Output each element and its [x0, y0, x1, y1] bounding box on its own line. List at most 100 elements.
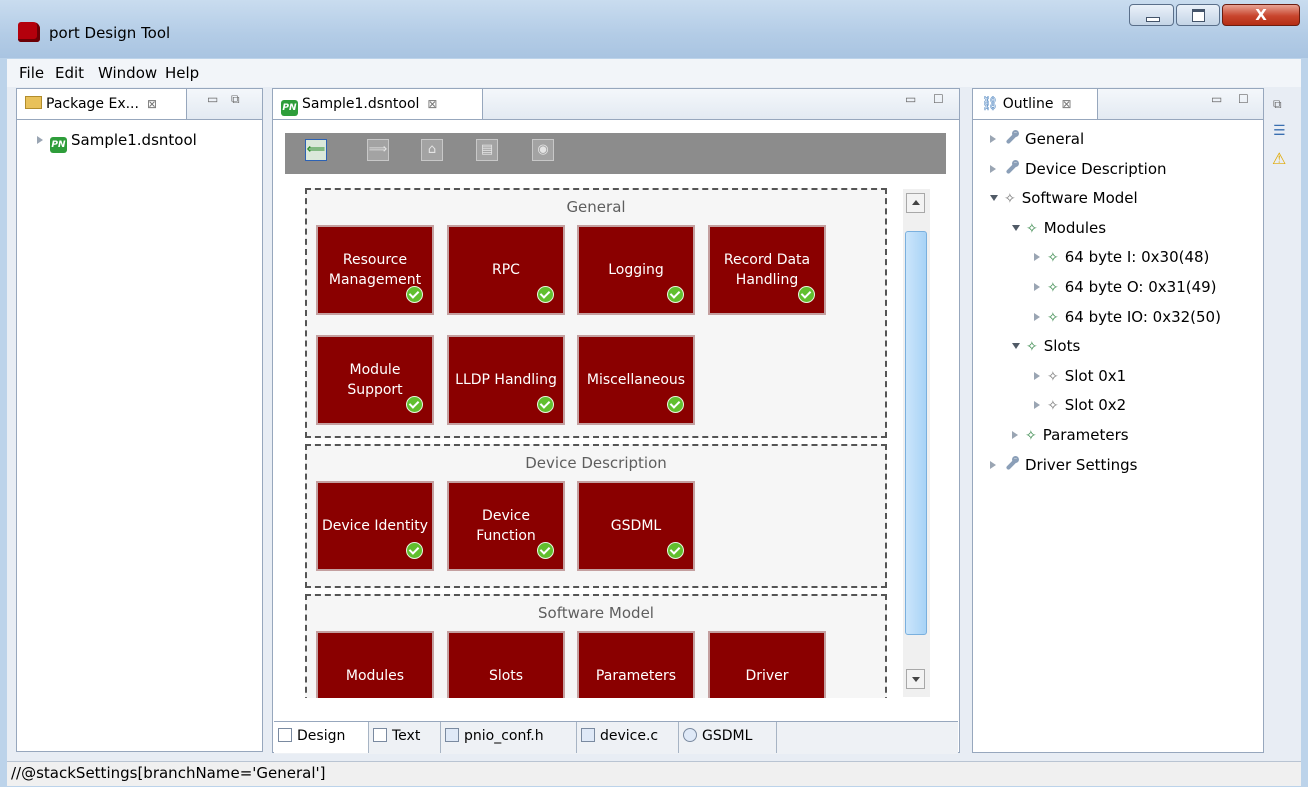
minimize-view-icon[interactable]: ▭	[207, 92, 218, 106]
menu-help[interactable]: Help	[165, 64, 199, 82]
tab-gsdml-label: GSDML	[702, 728, 753, 744]
outline-item[interactable]: ✧ Modules	[1012, 219, 1106, 237]
expand-arrow-icon[interactable]	[1034, 312, 1040, 321]
check-icon	[667, 286, 684, 303]
tile-gsdml[interactable]: GSDML	[577, 481, 695, 571]
close-button[interactable]: X	[1222, 4, 1300, 26]
pn-project-icon: PN	[50, 137, 67, 153]
title-bar	[0, 0, 1308, 58]
outline-item[interactable]: ✧ Parameters	[1012, 426, 1129, 444]
outline-icon: ⛓	[981, 96, 999, 112]
tab-package-explorer-label: Package Ex...	[46, 96, 139, 112]
tab-sample1-editor[interactable]: PN Sample1.dsntool ⊠	[273, 89, 483, 119]
collapse-arrow-icon[interactable]	[1012, 224, 1020, 231]
check-icon	[667, 542, 684, 559]
expand-arrow-icon[interactable]	[990, 460, 996, 469]
expand-arrow-icon[interactable]	[1034, 401, 1040, 410]
tile-slots[interactable]: Slots	[447, 631, 565, 698]
forward-button[interactable]: ⟹	[367, 139, 389, 161]
expand-arrow-icon[interactable]	[990, 164, 996, 173]
outline-item[interactable]: Driver Settings	[990, 455, 1137, 474]
tile-module-support[interactable]: Module Support	[316, 335, 434, 425]
expand-arrow-icon[interactable]	[990, 135, 996, 143]
minimize-view-icon[interactable]: ▭	[1211, 92, 1222, 106]
tile-lldp-handling[interactable]: LLDP Handling	[447, 335, 565, 425]
expand-arrow-icon[interactable]	[1034, 283, 1040, 291]
tab-outline[interactable]: ⛓ Outline ⊠	[973, 89, 1098, 119]
outline-item[interactable]: General	[990, 130, 1084, 148]
check-icon	[537, 542, 554, 559]
tile-label: RPC	[492, 262, 520, 278]
tab-pnio-conf[interactable]: pnio_conf.h	[441, 722, 577, 753]
tile-device-function[interactable]: Device Function	[447, 481, 565, 571]
restore-view-icon[interactable]: ⧉	[231, 92, 240, 107]
tab-gsdml[interactable]: GSDML	[679, 722, 777, 753]
tile-resource-management[interactable]: Resource Management	[316, 225, 434, 315]
tile-modules[interactable]: Modules	[316, 631, 434, 698]
tile-record-data-handling[interactable]: Record Data Handling	[708, 225, 826, 315]
scroll-up-button[interactable]	[906, 193, 925, 213]
collapse-arrow-icon[interactable]	[990, 195, 998, 202]
design-canvas: General Resource Management RPC Logging Reco…	[291, 180, 903, 698]
tab-package-explorer[interactable]: Package Ex... ⊠	[17, 89, 187, 119]
expand-arrow-icon[interactable]	[1034, 253, 1040, 262]
expand-arrow-icon[interactable]	[1034, 371, 1040, 380]
minimize-button[interactable]	[1129, 4, 1174, 26]
tile-parameters[interactable]: Parameters	[577, 631, 695, 698]
tile-label: Module Support	[347, 362, 403, 398]
chevron-down-icon	[912, 677, 920, 682]
warning-icon[interactable]: ⚠	[1272, 149, 1286, 168]
tab-device-c[interactable]: device.c	[577, 722, 679, 753]
outline-item[interactable]: ✧ 64 byte I: 0x30(48)	[1034, 248, 1209, 266]
star-green-icon: ✧	[1026, 339, 1038, 356]
restore-view-icon[interactable]: ⧉	[1273, 97, 1282, 112]
expand-arrow-icon[interactable]	[37, 136, 43, 144]
tile-driver[interactable]: Driver	[708, 631, 826, 698]
menu-file[interactable]: File	[19, 64, 44, 82]
outline-item[interactable]: ✧ 64 byte O: 0x31(49)	[1034, 278, 1217, 296]
close-tab-icon[interactable]: ⊠	[1061, 97, 1071, 111]
tile-device-identity[interactable]: Device Identity	[316, 481, 434, 571]
canvas-scrollbar[interactable]	[903, 189, 930, 697]
scroll-thumb[interactable]	[905, 231, 927, 635]
help-button[interactable]: ◉	[532, 139, 554, 161]
minimize-view-icon[interactable]: ▭	[905, 92, 916, 106]
tree-item-project[interactable]: PN Sample1.dsntool	[37, 131, 197, 153]
wrench-icon	[1003, 130, 1019, 146]
outline-item[interactable]: Device Description	[990, 159, 1167, 178]
tile-logging[interactable]: Logging	[577, 225, 695, 315]
save-button[interactable]: ▤	[476, 139, 498, 161]
maximize-button[interactable]	[1176, 4, 1220, 26]
menu-window[interactable]: Window	[98, 64, 157, 82]
app-logo-icon	[18, 22, 40, 42]
maximize-view-icon[interactable]: ☐	[1238, 92, 1249, 106]
tree-item-label: Sample1.dsntool	[71, 131, 197, 149]
expand-arrow-icon[interactable]	[1012, 431, 1018, 439]
section-title: General	[566, 198, 626, 216]
outline-item[interactable]: ✧ Slots	[1012, 337, 1080, 355]
outline-item[interactable]: ✧ Software Model	[990, 189, 1138, 207]
outline-item-label: Slots	[1043, 337, 1081, 356]
back-button[interactable]: ⟸	[305, 139, 327, 161]
tile-rpc[interactable]: RPC	[447, 225, 565, 315]
check-icon	[537, 286, 554, 303]
maximize-view-icon[interactable]: ☐	[933, 92, 944, 106]
tile-miscellaneous[interactable]: Miscellaneous	[577, 335, 695, 425]
outline-item[interactable]: ✧ Slot 0x2	[1034, 396, 1126, 414]
tile-label: Slots	[488, 668, 524, 684]
editor-bottom-tabs: Design Text pnio_conf.h device.c GSDML	[274, 721, 958, 754]
menu-edit[interactable]: Edit	[55, 64, 84, 82]
home-button[interactable]: ⌂	[421, 139, 443, 161]
outline-item[interactable]: ✧ Slot 0x1	[1034, 367, 1126, 385]
tab-design[interactable]: Design	[274, 722, 369, 753]
scroll-down-button[interactable]	[906, 669, 925, 689]
outline-item[interactable]: ✧ 64 byte IO: 0x32(50)	[1034, 308, 1221, 326]
close-tab-icon[interactable]: ⊠	[427, 97, 437, 111]
menu-bar: File Edit Window Help	[7, 59, 1301, 88]
outline-item-label: 64 byte IO: 0x32(50)	[1064, 307, 1221, 326]
task-list-icon[interactable]: ☰	[1273, 123, 1286, 139]
tab-text[interactable]: Text	[369, 722, 441, 753]
editor-tab-label: Sample1.dsntool	[302, 96, 420, 112]
collapse-arrow-icon[interactable]	[1012, 343, 1020, 350]
close-tab-icon[interactable]: ⊠	[147, 97, 157, 111]
